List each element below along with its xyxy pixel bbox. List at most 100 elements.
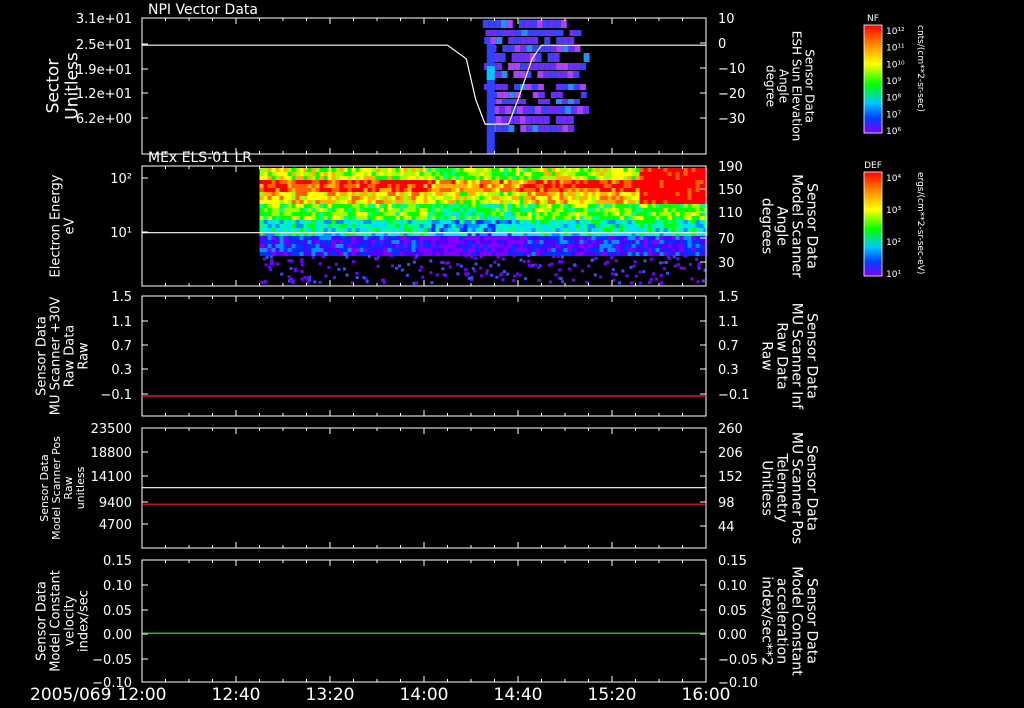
els-cell xyxy=(615,220,620,224)
els-cell xyxy=(443,192,448,196)
els-cell xyxy=(299,216,304,220)
els-cell xyxy=(551,168,556,172)
els-cell xyxy=(267,212,272,216)
els-cell xyxy=(315,204,320,208)
els-cell xyxy=(539,196,544,200)
els-cell xyxy=(319,224,324,228)
els-cell xyxy=(263,216,268,220)
els-cell xyxy=(283,248,288,252)
els-cell xyxy=(383,208,388,212)
els-cell xyxy=(387,172,392,176)
els-cell xyxy=(603,252,608,256)
els-cell xyxy=(615,208,620,212)
els-cell xyxy=(271,204,276,208)
els-cell xyxy=(395,240,400,244)
els-cell xyxy=(459,188,464,192)
els-cell xyxy=(443,252,448,256)
els-cell xyxy=(403,200,408,204)
els-cell xyxy=(383,172,388,176)
els-cell xyxy=(487,212,492,216)
els-cell xyxy=(363,184,368,188)
els-cell xyxy=(267,240,272,244)
els-cell xyxy=(339,196,344,200)
els-cell xyxy=(467,188,472,192)
els-cell xyxy=(439,180,444,184)
els-cell xyxy=(391,248,396,252)
els-cell xyxy=(291,224,296,228)
els-cell xyxy=(511,248,516,252)
els-cell xyxy=(363,176,368,180)
els-cell xyxy=(419,176,424,180)
els-noise xyxy=(519,258,523,262)
npi-cell xyxy=(501,116,508,124)
els-cell xyxy=(523,204,528,208)
els-cell xyxy=(431,176,436,180)
els-cell xyxy=(647,176,652,180)
els-cell xyxy=(271,212,276,216)
els-cell xyxy=(499,216,504,220)
els-cell xyxy=(459,216,464,220)
els-cell xyxy=(607,244,612,248)
els-cell xyxy=(291,204,296,208)
els-cell xyxy=(367,248,372,252)
els-cell xyxy=(383,176,388,180)
els-cell xyxy=(303,184,308,188)
els-cell xyxy=(515,188,520,192)
els-cell xyxy=(667,196,672,200)
npi-cell xyxy=(538,63,545,70)
npi-cell xyxy=(544,125,551,132)
els-cell xyxy=(323,224,328,228)
els-cell xyxy=(639,196,644,200)
els-cell xyxy=(267,248,272,252)
els-cell xyxy=(515,252,520,256)
els-cell xyxy=(355,176,360,180)
els-cell xyxy=(575,184,580,188)
els-cell xyxy=(375,220,380,224)
els-cell xyxy=(675,200,680,204)
els-cell xyxy=(375,188,380,192)
els-cell xyxy=(339,208,344,212)
els-cell xyxy=(335,176,340,180)
els-cell xyxy=(387,176,392,180)
npi-cell xyxy=(545,30,552,36)
els-cell xyxy=(439,192,444,196)
els-cell xyxy=(391,244,396,248)
els-cell xyxy=(415,192,420,196)
npi-cell xyxy=(550,92,557,98)
els-cell xyxy=(455,200,460,204)
els-cell xyxy=(259,176,264,180)
els-cell xyxy=(547,204,552,208)
els-cell xyxy=(471,172,476,176)
els-noise xyxy=(489,264,493,268)
els-cell xyxy=(487,240,492,244)
els-cell xyxy=(635,176,640,180)
els-cell xyxy=(495,176,500,180)
els-cell xyxy=(291,236,296,240)
els-cell xyxy=(547,252,552,256)
els-cell xyxy=(647,172,652,176)
npi-cell xyxy=(526,45,533,52)
npi-cell xyxy=(517,106,523,114)
els-cell xyxy=(567,212,572,216)
els-cell xyxy=(535,228,540,232)
right-tick-label: −30 xyxy=(718,112,745,127)
els-cell xyxy=(547,168,552,172)
els-cell xyxy=(427,180,432,184)
els-cell xyxy=(411,240,416,244)
els-cell xyxy=(667,168,672,172)
els-cell xyxy=(315,208,320,212)
els-cell xyxy=(395,196,400,200)
els-cell xyxy=(579,204,584,208)
left-label-line: MU Scanner +30V xyxy=(49,297,64,416)
els-noise xyxy=(464,254,468,258)
els-cell xyxy=(487,172,492,176)
els-cell xyxy=(379,168,384,172)
els-cell xyxy=(691,192,696,196)
els-cell xyxy=(291,212,296,216)
els-cell xyxy=(355,184,360,188)
els-cell xyxy=(331,224,336,228)
els-cell xyxy=(323,172,328,176)
els-cell xyxy=(459,240,464,244)
npi-cell xyxy=(503,30,510,36)
els-cell xyxy=(687,188,692,192)
